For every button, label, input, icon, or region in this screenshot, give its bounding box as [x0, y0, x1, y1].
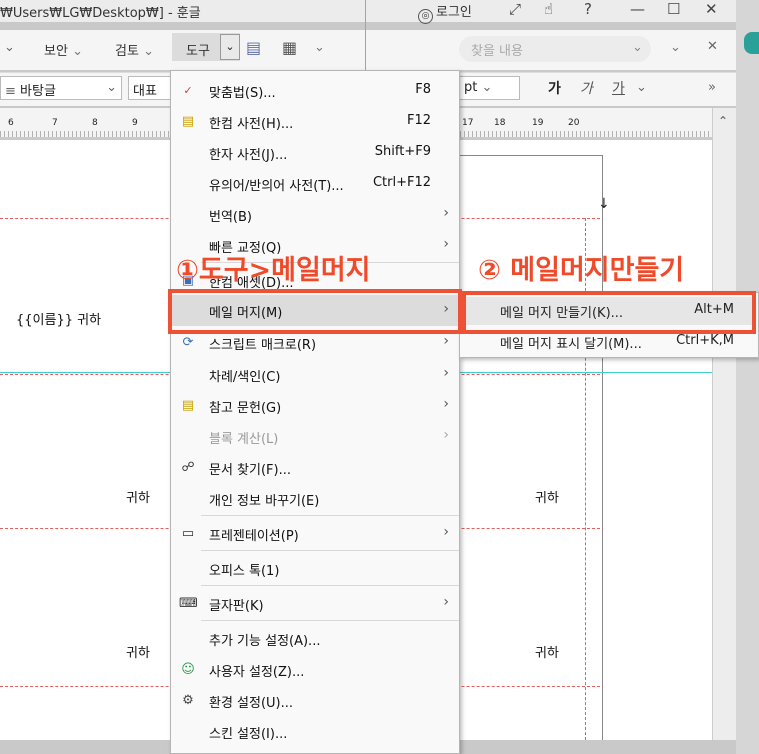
keyboard-icon: ⌨: [179, 596, 198, 611]
chevron-right-icon: ›: [443, 427, 449, 443]
doc-cell-text[interactable]: 귀하: [126, 487, 150, 506]
style-icon: ≡: [5, 84, 16, 99]
chevron-right-icon: ›: [443, 205, 449, 221]
menu-item-translate[interactable]: 번역(B) ›: [171, 199, 459, 230]
user-settings-icon: ☺: [181, 662, 195, 677]
menu-separator: [201, 585, 459, 586]
dictionary-icon: ▤: [181, 114, 195, 129]
binoculars-icon: ☍: [181, 460, 195, 475]
highlight-box-create-mail-merge: [462, 291, 756, 334]
annotation-step1: ①도구>메일머지: [176, 255, 371, 286]
menu-tools[interactable]: 도구: [186, 40, 210, 59]
underline-button[interactable]: 가: [612, 78, 625, 98]
ruler-tick: 8: [92, 118, 98, 128]
chevron-down-icon: ⌄: [106, 80, 117, 95]
login-button[interactable]: ◎ 로그인: [418, 1, 472, 24]
format-brush-icon[interactable]: ▤: [246, 38, 261, 57]
more-icon[interactable]: »: [708, 80, 716, 95]
chevron-right-icon: ›: [443, 594, 449, 610]
ruler-tick: 18: [494, 118, 506, 128]
doc-cell-text[interactable]: 귀하: [535, 487, 559, 506]
macro-icon: ⟳: [182, 335, 194, 350]
chevron-down-icon[interactable]: ⌄: [670, 40, 681, 55]
tools-menu: ✓ 맞춤법(S)... F8 ▤ 한컴 사전(H)... F12 한자 사전(J…: [170, 70, 460, 754]
menu-item-block-calc: 블록 계산(L) ›: [209, 427, 449, 447]
menu-item-addons[interactable]: 추가 기능 설정(A)...: [171, 623, 459, 654]
menu-item-keyboard[interactable]: ⌨ 글자판(K) ›: [171, 588, 459, 619]
chevron-down-icon: ⌄: [72, 44, 83, 59]
ruler-tick: 6: [8, 118, 14, 128]
vertical-scrollbar[interactable]: [712, 108, 736, 740]
resize-icon[interactable]: ⤢: [509, 0, 521, 18]
menu-item-skin[interactable]: 스킨 설정(I)...: [171, 716, 459, 747]
side-panel-strip: [736, 0, 759, 754]
ruler-tick: 20: [568, 118, 580, 128]
chevron-down-icon[interactable]: ⌄: [314, 40, 325, 55]
chevron-down-icon: ⌄: [481, 80, 493, 95]
ruler-tick: 17: [462, 118, 474, 128]
doc-cell-text[interactable]: {{이름}} 귀하: [16, 309, 101, 328]
menu-separator: [201, 550, 459, 551]
chevron-down-icon[interactable]: ⌄: [4, 40, 15, 55]
gear-icon: ⚙: [182, 693, 194, 708]
menu-item-personal-info[interactable]: 개인 정보 바꾸기(E): [171, 483, 459, 514]
login-label: 로그인: [436, 5, 472, 20]
menu-item-user-settings[interactable]: ☺ 사용자 설정(Z)...: [171, 654, 459, 685]
menu-item-find-doc[interactable]: ☍ 문서 찾기(F)...: [171, 452, 459, 483]
search-placeholder: 찾을 내용: [471, 44, 523, 59]
menu-item-spellcheck[interactable]: ✓ 맞춤법(S)... F8: [171, 75, 459, 106]
ruler-tick: 7: [52, 118, 58, 128]
chevron-down-icon: ⌄: [143, 44, 154, 59]
chevron-down-icon[interactable]: ⌄: [220, 34, 240, 60]
page-border: [602, 155, 603, 740]
menu-item-reference[interactable]: ▤ 참고 문헌(G) ›: [171, 390, 459, 421]
chevron-right-icon: ›: [443, 524, 449, 540]
highlight-box-mail-merge: [168, 289, 462, 334]
menu-item-preferences[interactable]: ⚙ 환경 설정(U)...: [171, 685, 459, 716]
menu-separator: [201, 620, 459, 621]
chevron-right-icon: ›: [443, 365, 449, 381]
annotation-step2: ② 메일머지만들기: [478, 255, 685, 286]
side-panel-tab[interactable]: [744, 32, 759, 54]
close-search-icon[interactable]: ✕: [707, 39, 718, 54]
scroll-up-icon[interactable]: ⌃: [718, 114, 728, 128]
menu-item-thesaurus[interactable]: 유의어/반의어 사전(T)... Ctrl+F12: [171, 168, 459, 199]
menu-item-toc[interactable]: 차례/색인(C) ›: [171, 359, 459, 390]
chevron-down-icon[interactable]: ⌄: [636, 80, 647, 95]
doc-cell-text[interactable]: 귀하: [126, 642, 150, 661]
ruler-tick: 19: [532, 118, 544, 128]
hand-icon[interactable]: ☝: [544, 0, 553, 18]
italic-button[interactable]: 가: [580, 78, 593, 98]
chevron-right-icon: ›: [443, 236, 449, 252]
menu-separator: [201, 515, 459, 516]
reference-icon: ▤: [181, 398, 195, 413]
maximize-icon[interactable]: ☐: [667, 0, 680, 18]
style-select[interactable]: ≡ 바탕글 ⌄: [0, 76, 122, 100]
font-select[interactable]: 대표: [128, 76, 172, 100]
page-border: [460, 155, 602, 156]
chevron-down-icon[interactable]: ⌄: [632, 40, 643, 55]
menu-item-hanja[interactable]: 한자 사전(J)... Shift+F9: [171, 137, 459, 168]
size-unit-select[interactable]: pt ⌄: [460, 76, 520, 100]
menu-security[interactable]: 보안 ⌄: [44, 40, 83, 59]
ruler-tick: 9: [132, 118, 138, 128]
user-circle-icon: ◎: [418, 9, 433, 24]
menu-review[interactable]: 검토 ⌄: [115, 40, 154, 59]
presentation-icon: ▭: [181, 526, 195, 541]
bold-button[interactable]: 가: [548, 78, 561, 98]
spellcheck-icon: ✓: [183, 84, 193, 97]
doc-cell-text[interactable]: 귀하: [535, 642, 559, 661]
help-icon[interactable]: ?: [584, 0, 592, 18]
window-title: ₩Users₩LG₩Desktop₩] - 훈글: [0, 6, 201, 21]
close-icon[interactable]: ✕: [705, 0, 718, 18]
minimize-icon[interactable]: —: [630, 0, 645, 18]
menu-item-presentation[interactable]: ▭ 프레젠테이션(P) ›: [171, 518, 459, 549]
table-icon[interactable]: ▦: [282, 38, 297, 57]
cursor-mark: ↓: [598, 196, 610, 212]
menu-item-office-talk[interactable]: 오피스 톡(1): [171, 553, 459, 584]
menu-item-dictionary[interactable]: ▤ 한컴 사전(H)... F12: [171, 106, 459, 137]
chevron-right-icon: ›: [443, 396, 449, 412]
chevron-right-icon: ›: [443, 333, 449, 349]
